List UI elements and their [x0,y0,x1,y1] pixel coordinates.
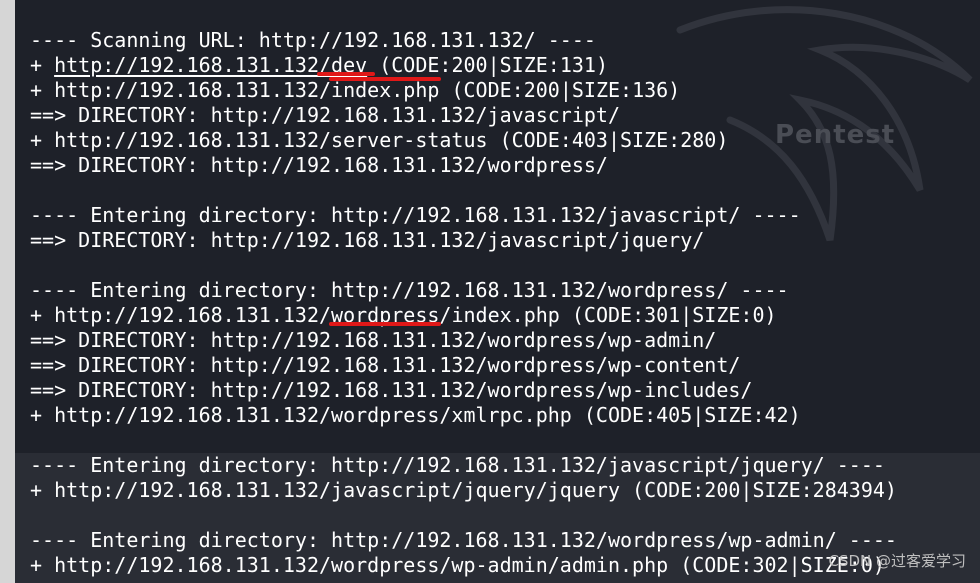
line-prefix: + http://192.168.131.132/ [30,303,332,327]
line-suffix: /index.php (CODE:301|SIZE:0) [439,303,777,327]
terminal-line: ==> DIRECTORY: http://192.168.131.132/wo… [30,378,753,402]
terminal-line: ---- Entering directory: http://192.168.… [30,453,885,477]
line-suffix: (CODE:200|SIZE:131) [367,53,608,77]
annotated-segment: wordpress [329,303,442,327]
terminal-line: ---- Entering directory: http://192.168.… [30,278,789,302]
terminal-line: ==> DIRECTORY: http://192.168.131.132/wo… [30,328,717,352]
left-gutter [0,0,15,583]
terminal-line: ---- Entering directory: http://192.168.… [30,528,897,552]
terminal-line: ---- Scanning URL: http://192.168.131.13… [30,28,596,52]
output-lines: ---- Scanning URL: http://192.168.131.13… [30,28,897,578]
terminal-line: ---- Entering directory: http://192.168.… [30,203,801,227]
terminal-line: + http://192.168.131.132/wordpress/xmlrp… [30,403,801,427]
terminal-line: + http://192.168.131.132/wordpress/index… [30,303,897,328]
annotated-text: index.php [331,78,440,102]
line-suffix: (CODE:200|SIZE:136) [439,78,681,102]
terminal-line: + http://192.168.131.132/wordpress/wp-ad… [30,553,885,577]
terminal-output[interactable]: Pentest ---- Scanning URL: http://192.16… [15,0,980,583]
terminal-line: ==> DIRECTORY: http://192.168.131.132/wo… [30,353,741,377]
terminal-line: + http://192.168.131.132/dev (CODE:200|S… [30,53,897,78]
red-annotation-stroke [329,77,442,81]
red-annotation-stroke [317,72,376,76]
annotated-segment: index.php [329,77,442,102]
terminal-line: + http://192.168.131.132/javascript/jque… [30,478,897,502]
line-prefix: + http://192.168.131.132/ [30,78,332,102]
line-prefix: + [30,53,55,77]
terminal-line: + http://192.168.131.132/index.php (CODE… [30,77,897,103]
terminal-line: ==> DIRECTORY: http://192.168.131.132/wo… [30,153,608,177]
terminal-line: ==> DIRECTORY: http://192.168.131.132/ja… [30,228,705,252]
annotated-segment: http://192.168.131.132/dev [54,53,376,77]
red-annotation-stroke [329,322,442,326]
terminal-line: ==> DIRECTORY: http://192.168.131.132/ja… [30,103,621,127]
terminal-window: Pentest ---- Scanning URL: http://192.16… [0,0,980,583]
csdn-watermark: CSDN @过客爱学习 [828,552,966,570]
terminal-line: + http://192.168.131.132/server-status (… [30,128,729,152]
